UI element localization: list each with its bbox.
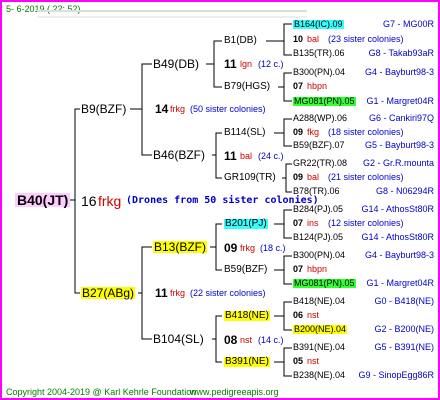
gen4-queen[interactable]: B300(PN).04 [293, 251, 345, 260]
gen4-origin: G14 - AthosSt80R [361, 232, 434, 242]
gen4-mating-code: hbpn [307, 81, 328, 91]
gen2-queen-2[interactable]: B46(BZF) [153, 149, 205, 161]
gen2-mating-note-1: (12 c.) [258, 59, 284, 69]
gen4-mating-count: 09 [293, 172, 304, 182]
gen2-mating-note-2: (24 c.) [258, 151, 284, 161]
gen2-queen-3[interactable]: B13(BZF) [153, 241, 208, 253]
gen3-queen-4[interactable]: GR109(TR) [224, 173, 276, 183]
gen3-queen-3[interactable]: B114(SL) [224, 128, 266, 138]
gen4-origin: G1 - Margret04R [366, 96, 434, 106]
gen4-mating-code: hbpn [307, 264, 328, 274]
gen3-queen-2[interactable]: B79(HGS) [224, 82, 270, 92]
gen2-mating-count-2: 11 [224, 149, 237, 163]
gen2-queen-4[interactable]: B104(SL) [153, 333, 204, 345]
gen4-mating-count: 05 [293, 356, 304, 366]
gen4-mating-code: fkg [307, 127, 320, 137]
gen4-mating-note: (12 sister colonies) [328, 218, 404, 228]
gen2-mating-code-1: lgn [240, 59, 253, 69]
gen4-mating-note: (21 sister colonies) [328, 172, 404, 182]
gen1-mating-code-1: frkg [170, 104, 186, 114]
gen4-mating-count: 10 [293, 34, 304, 44]
gen4-queen[interactable]: GR22(TR).08 [293, 159, 347, 168]
gen3-queen-8[interactable]: B391(NE) [224, 357, 270, 367]
gen4-queen[interactable]: B300(PN).04 [293, 68, 345, 77]
gen4-origin: G9 - SinopEgg86R [358, 370, 434, 380]
gen4-mating-count: 07 [293, 81, 304, 91]
gen3-queen-7[interactable]: B418(NE) [224, 311, 270, 321]
gen3-queen-5[interactable]: B201(PJ) [224, 219, 268, 229]
gen4-mating-count: 07 [293, 264, 304, 274]
gen4-origin: G8 - Takab93aR [368, 48, 434, 58]
gen2-queen-1[interactable]: B49(DB) [153, 58, 199, 70]
gen4-queen[interactable]: B164(IC).09 [293, 20, 344, 29]
gen4-queen[interactable]: B135(TR).06 [293, 49, 345, 58]
gen3-queen-6[interactable]: B59(BZF) [224, 265, 267, 275]
gen2-mating-note-3: (18 c.) [260, 243, 286, 253]
gen4-origin: G1 - Margret04R [366, 278, 434, 288]
gen4-queen[interactable]: B59(BZF).07 [293, 141, 345, 150]
gen4-queen[interactable]: B418(NE).04 [293, 297, 345, 306]
gen4-origin: G8 - N06294R [375, 186, 434, 196]
gen4-mating-code: bal [307, 34, 320, 44]
gen4-queen[interactable]: B284(PJ).05 [293, 205, 343, 214]
gen2-mating-code-2: bal [240, 151, 253, 161]
gen4-origin: G6 - Cankiri97Q [368, 113, 434, 123]
gen2-mating-code-3: frkg [240, 243, 256, 253]
gen1-mating-count-1: 14 [155, 102, 169, 116]
gen4-origin: G0 - B418(NE) [374, 296, 434, 306]
gen1-mating-note-1: (50 sister colonies) [190, 104, 266, 114]
gen2-mating-count-4: 08 [224, 333, 238, 347]
gen4-queen[interactable]: MG081(PN).05 [293, 279, 356, 288]
copyright: Copyright 2004-2019 @ Karl Kehrle Founda… [6, 387, 197, 397]
gen3-queen-1[interactable]: B1(DB) [224, 36, 257, 46]
gen2-mating-count-1: 11 [224, 57, 237, 71]
gen4-mating-code: nst [307, 356, 320, 366]
gen4-queen[interactable]: B200(NE).04 [293, 325, 348, 334]
gen1-queen-2[interactable]: B27(ABg) [81, 287, 136, 299]
gen2-mating-note-4: (14 c.) [258, 335, 284, 345]
gen4-origin: G4 - Bayburt98-3 [364, 67, 434, 77]
gen4-origin: G7 - MG00R [382, 19, 434, 29]
root-mating-note: (Drones from 50 sister colonies) [126, 195, 319, 206]
gen4-origin: G2 - B200(NE) [374, 324, 434, 334]
gen4-queen[interactable]: A288(WP).06 [293, 114, 347, 123]
root-mating-count: 16 [81, 193, 97, 209]
gen4-mating-note: (18 sister colonies) [328, 127, 404, 137]
gen4-mating-note: (23 sister colonies) [328, 34, 404, 44]
gen4-queen[interactable]: B238(NE).04 [293, 371, 345, 380]
gen4-queen[interactable]: B78(TR).06 [293, 187, 340, 196]
gen4-origin: G5 - Bayburt98-3 [364, 140, 434, 150]
gen4-origin: G4 - Bayburt98-3 [364, 250, 434, 260]
gen4-mating-count: 07 [293, 218, 304, 228]
gen4-origin: G14 - AthosSt80R [361, 204, 434, 214]
root-mating-code: frkg [98, 193, 122, 209]
gen4-mating-code: nst [307, 310, 320, 320]
gen4-origin: G5 - B391(NE) [374, 342, 434, 352]
gen1-mating-code-2: frkg [170, 288, 186, 298]
gen1-mating-count-2: 11 [155, 286, 168, 300]
gen2-mating-code-4: nst [240, 335, 253, 345]
website-link[interactable]: www.pedigreeapis.org [190, 388, 279, 397]
gen4-queen[interactable]: B124(PJ).05 [293, 233, 343, 242]
gen1-queen-1[interactable]: B9(BZF) [81, 103, 126, 115]
pedigree-frame: 5- 6-2019 ( 22: 52) B40(JT) 16 frkg (Dro… [0, 0, 440, 400]
gen4-mating-code: bal [307, 172, 320, 182]
gen1-mating-note-2: (22 sister colonies) [190, 288, 266, 298]
gen4-mating-count: 06 [293, 310, 304, 320]
root-queen[interactable]: B40(JT) [15, 193, 71, 207]
gen4-queen[interactable]: MG081(PN).05 [293, 97, 356, 106]
gen4-queen[interactable]: B391(NE).04 [293, 343, 345, 352]
gen4-mating-code: ins [307, 218, 319, 228]
gen4-mating-count: 09 [293, 127, 304, 137]
gen2-mating-count-3: 09 [224, 241, 238, 255]
gen4-origin: G2 - Gr.R.mounta [362, 158, 434, 168]
